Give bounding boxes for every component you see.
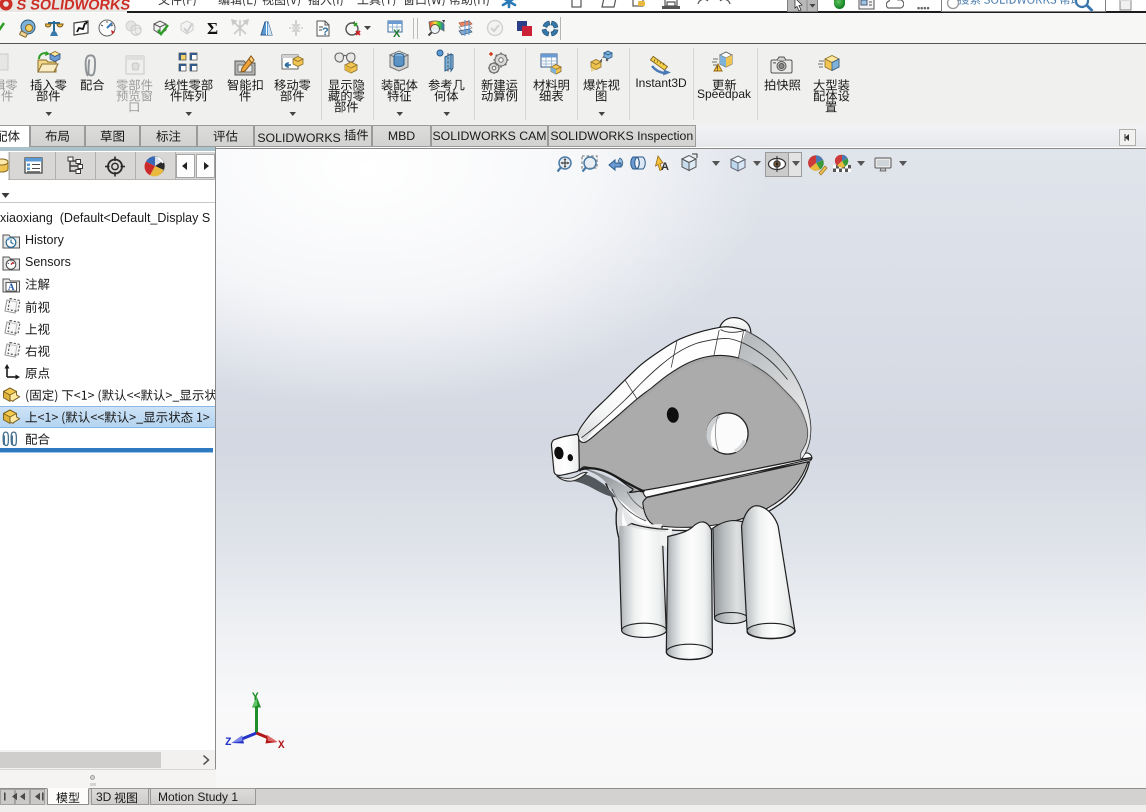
svg-text:X: X bbox=[278, 740, 285, 750]
svg-text:?: ? bbox=[322, 26, 329, 38]
svg-text:Y: Y bbox=[252, 692, 259, 704]
svg-text:Σ: Σ bbox=[207, 19, 218, 38]
svg-text:A: A bbox=[661, 161, 669, 173]
svg-text:Z: Z bbox=[225, 737, 232, 749]
svg-text:X: X bbox=[393, 28, 401, 38]
svg-text:!: ! bbox=[716, 66, 718, 73]
svg-text:A: A bbox=[8, 282, 15, 292]
